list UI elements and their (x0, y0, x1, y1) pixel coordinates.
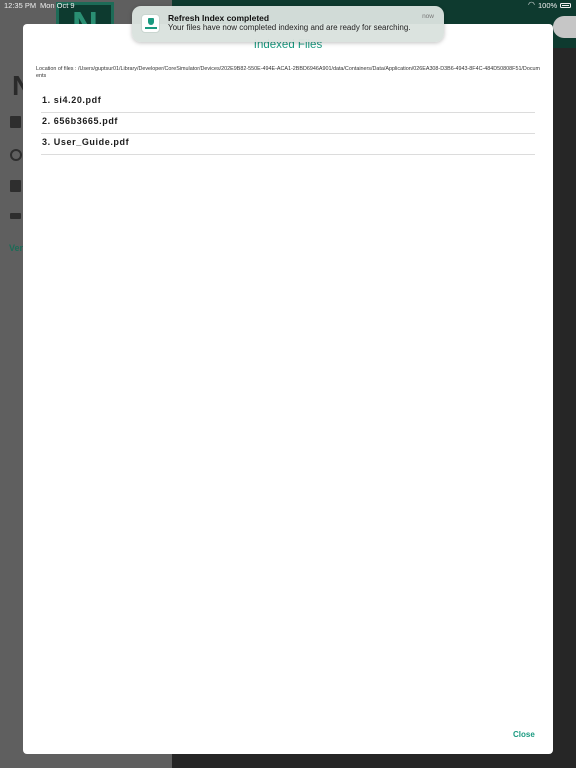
battery-percent: 100% (538, 1, 558, 10)
notification-title: Refresh Index completed (168, 13, 270, 23)
help-icon (10, 180, 21, 192)
indexed-file-list: 1. si4.20.pdf 2. 656b3665.pdf 3. User_Gu… (41, 92, 535, 155)
status-date: Mon Oct 9 (40, 1, 75, 10)
indexed-files-modal: Indexed Files Location of files : /Users… (23, 24, 553, 754)
notification-body: Your files have now completed indexing a… (168, 23, 411, 32)
file-list-item[interactable]: 3. User_Guide.pdf (41, 134, 535, 155)
app-icon (141, 14, 160, 33)
refresh-icon (10, 149, 22, 161)
document-icon (10, 116, 21, 128)
status-time: 12:35 PM (4, 1, 37, 10)
files-location-text: Location of files : /Users/guptsur01/Lib… (36, 66, 541, 79)
battery-icon (560, 3, 571, 8)
version-label: Ver (9, 243, 24, 253)
file-list-item[interactable]: 2. 656b3665.pdf (41, 113, 535, 134)
notification-time: now (422, 13, 434, 20)
close-button[interactable]: Close (513, 730, 535, 739)
wifi-icon: ◠ (528, 0, 535, 9)
notification-banner[interactable]: Refresh Index completed Your files have … (132, 6, 444, 42)
link-icon (10, 213, 21, 219)
file-list-item[interactable]: 1. si4.20.pdf (41, 92, 535, 113)
header-badge (553, 16, 576, 38)
